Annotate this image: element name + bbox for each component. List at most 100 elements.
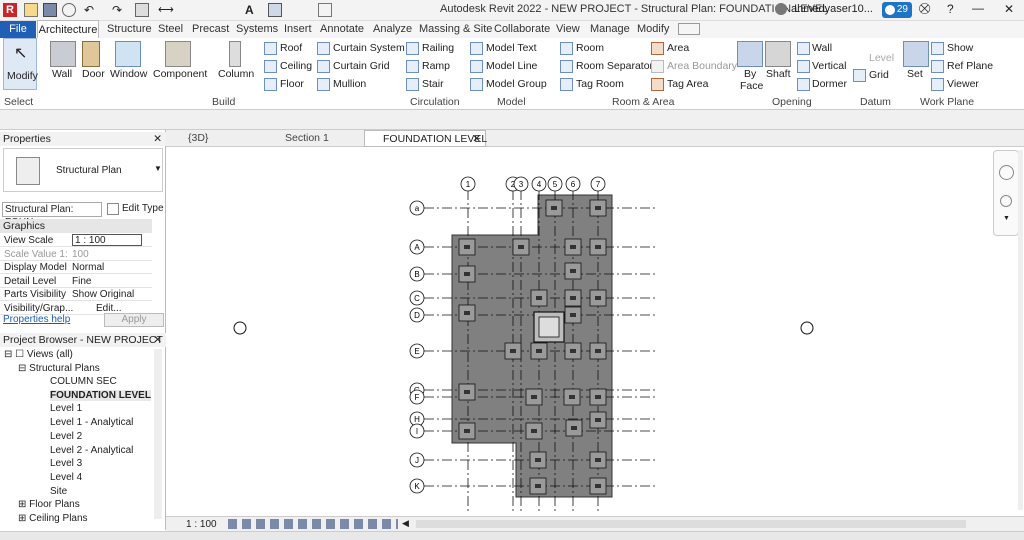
area-boundary-button[interactable]: Area Boundary [667,60,737,72]
user-name[interactable]: ahmedyaser10... [791,3,873,15]
print-icon[interactable] [135,3,149,17]
component-button[interactable]: Component [153,68,207,80]
model-text-button[interactable]: Model Text [486,42,537,54]
chevron-left-icon[interactable]: ◀ [402,518,409,529]
close-icon[interactable]: ✕ [153,333,162,347]
property-value[interactable]: Show Original [72,288,134,301]
drawing-canvas[interactable]: 1234567aABCDEGFHIJK [167,148,1022,514]
chevron-down-icon[interactable]: ▼ [1003,215,1010,222]
ref-plane-button[interactable]: Ref Plane [947,60,993,72]
property-value[interactable]: Fine [72,275,91,288]
tag-room-button[interactable]: Tag Room [576,78,624,90]
apply-button[interactable]: Apply [104,313,164,327]
roof-button[interactable]: Roof [280,42,302,54]
view-scale[interactable]: 1 : 100 [186,519,217,530]
tree-item[interactable]: FOUNDATION LEVEL [50,389,151,401]
railing-button[interactable]: Railing [422,42,454,54]
close-hidden-icon[interactable] [318,3,332,17]
tab-precast[interactable]: Precast [192,23,229,35]
tab-architecture[interactable]: Architecture [37,20,99,39]
tree-item[interactable]: Level 2 - Analytical [50,445,133,456]
ceiling-plans-item[interactable]: ⊞ Ceiling Plans [18,513,88,524]
view-controls-icon[interactable] [228,519,398,529]
level-button[interactable]: Level [869,52,894,64]
door-button[interactable]: Door [82,68,105,80]
zoom-icon[interactable] [1000,195,1012,207]
property-row[interactable]: Detail Level Fine [0,275,152,288]
area-button[interactable]: Area [667,42,689,54]
close-icon[interactable]: ✕ [153,132,162,146]
canvas-scrollbar[interactable] [1018,150,1023,510]
floor-button[interactable]: Floor [280,78,304,90]
measure-icon[interactable]: ⟷ [158,3,174,17]
column-button[interactable]: Column [218,68,254,80]
tree-item[interactable]: Level 1 - Analytical [50,417,133,428]
cart-icon[interactable]: ⛒ [919,3,930,16]
tab-systems[interactable]: Systems [236,23,278,35]
window-button[interactable]: Window [110,68,147,80]
tab-foundation-level[interactable]: FOUNDATION LEVEL ✕ [364,130,487,147]
redo-icon[interactable]: ↷ [112,3,126,17]
property-value[interactable]: Normal [72,261,104,274]
curtain-system-button[interactable]: Curtain System [333,42,405,54]
properties-help-link[interactable]: Properties help [3,314,70,325]
steering-wheel-icon[interactable] [999,165,1014,180]
tree-item[interactable]: COLUMN SEC [50,376,117,387]
foundation-plan[interactable]: 1234567aABCDEGFHIJK [167,148,1022,514]
ribbon-toggle-icon[interactable] [678,23,700,35]
edit-type-button[interactable]: Edit Type [122,203,164,214]
tab-insert[interactable]: Insert [284,23,312,35]
mullion-button[interactable]: Mullion [333,78,366,90]
tab-file[interactable]: File [0,21,36,38]
by-face-label-1[interactable]: By [744,68,756,80]
wall-button[interactable]: Wall [52,68,72,80]
tab-section-1[interactable]: Section 1 [267,130,359,147]
tree-item[interactable]: Level 3 [50,458,82,469]
tab-view[interactable]: View [556,23,580,35]
graphics-section[interactable]: Graphics [0,219,152,233]
model-line-button[interactable]: Model Line [486,60,537,72]
type-selector[interactable]: Structural Plan ▼ [3,148,163,192]
select-group-label[interactable]: Select [4,96,33,108]
navigation-bar[interactable]: ▼ [993,150,1019,236]
3d-view-icon[interactable] [268,3,282,17]
save-icon[interactable] [43,3,57,17]
modify-button[interactable]: ↖ Modify [3,38,38,90]
instance-select[interactable]: Structural Plan: FOUN [2,202,102,228]
tab-modify[interactable]: Modify [637,23,669,35]
sync-icon[interactable] [62,3,76,17]
minimize-icon[interactable]: — [972,1,984,15]
tree-item[interactable]: Level 4 [50,472,82,483]
room-button[interactable]: Room [576,42,604,54]
text-icon[interactable]: A [245,3,259,17]
property-value[interactable]: 1 : 100 [72,234,142,246]
property-row[interactable]: Display Model Normal [0,261,152,275]
tree-item[interactable]: Site [50,486,67,497]
tab-massing-site[interactable]: Massing & Site [419,23,492,35]
property-value[interactable]: 100 [72,248,89,261]
property-row[interactable]: View Scale 1 : 100 [0,234,152,247]
tree-item[interactable]: Level 1 [50,403,82,414]
tab-analyze[interactable]: Analyze [373,23,412,35]
structural-plans-item[interactable]: ⊟ Structural Plans [18,363,100,374]
tab-structure[interactable]: Structure [107,23,152,35]
open-icon[interactable] [24,3,38,17]
grid-button[interactable]: Grid [869,69,889,81]
set-button[interactable]: Set [907,68,923,80]
browser-scrollbar[interactable] [154,349,162,519]
show-button[interactable]: Show [947,42,973,54]
close-icon[interactable]: ✕ [1004,2,1014,16]
tab-steel[interactable]: Steel [158,23,183,35]
shaft-button[interactable]: Shaft [766,68,791,80]
tag-area-button[interactable]: Tag Area [667,78,708,90]
views-all-item[interactable]: ⊟ ☐ Views (all) [4,349,73,360]
ceiling-button[interactable]: Ceiling [280,60,312,72]
model-group-button[interactable]: Model Group [486,78,547,90]
vertical-button[interactable]: Vertical [812,60,846,72]
curtain-grid-button[interactable]: Curtain Grid [333,60,390,72]
ramp-button[interactable]: Ramp [422,60,450,72]
viewer-button[interactable]: Viewer [947,78,979,90]
notification-badge[interactable]: 29 [882,2,912,18]
help-icon[interactable]: ? [947,2,954,16]
property-row[interactable]: Parts Visibility Show Original [0,288,152,302]
